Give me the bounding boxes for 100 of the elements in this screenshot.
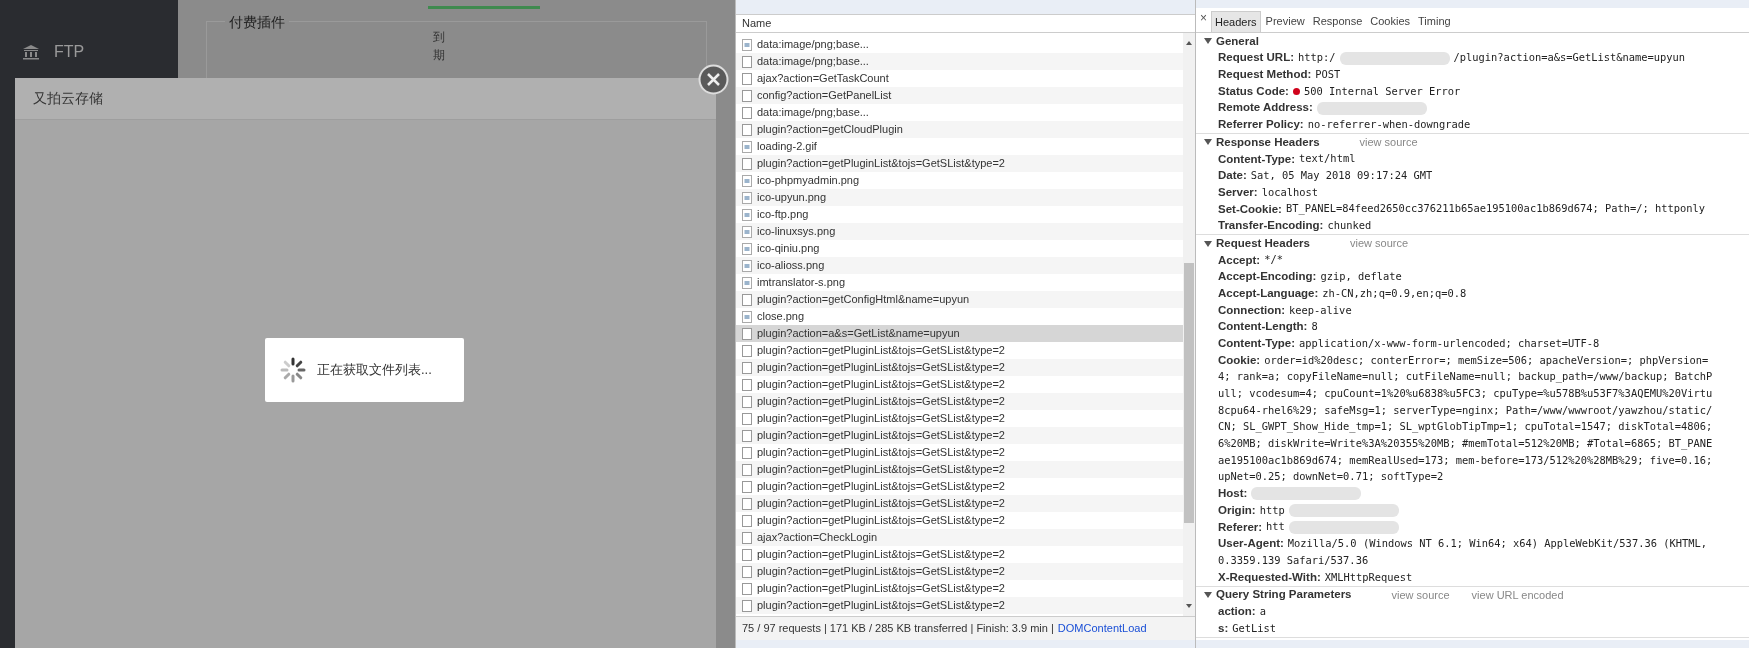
section-title[interactable]: Query String Parameters xyxy=(1216,586,1352,604)
status-link[interactable]: DOMContentLoad xyxy=(1057,620,1147,637)
document-icon xyxy=(742,480,752,493)
header-name: Accept-Encoding: xyxy=(1218,269,1317,285)
request-row[interactable]: plugin?action=getConfigHtml&name=upyun xyxy=(736,291,1183,308)
document-icon xyxy=(742,55,752,68)
modal-title: 又拍云存储 xyxy=(33,89,103,108)
header-name: Origin: xyxy=(1218,502,1256,518)
column-header[interactable]: Name xyxy=(742,15,772,32)
request-row[interactable]: plugin?action=getPluginList&tojs=GetSList&type=2 xyxy=(736,155,1183,172)
header-value: */* xyxy=(1264,252,1283,268)
building-icon xyxy=(22,44,40,60)
request-row[interactable]: plugin?action=getCloudPlugin xyxy=(736,121,1183,138)
header-name: Content-Type: xyxy=(1218,151,1296,167)
details-tab[interactable]: Response xyxy=(1309,11,1366,32)
document-icon xyxy=(742,446,752,459)
header-value: http xyxy=(1259,502,1285,518)
status-summary: 75 / 97 requests | 171 KB / 285 KB transferred | Finish: 3.9 min | xyxy=(742,621,1054,637)
image-file-icon xyxy=(742,208,752,221)
header-value: application/x-www-form-urlencoded; charset=UTF-8 xyxy=(1299,335,1600,351)
view-link[interactable]: view source xyxy=(1349,235,1409,252)
close-icon[interactable] xyxy=(698,64,729,95)
document-icon xyxy=(742,463,752,476)
document-icon xyxy=(742,565,752,578)
view-link[interactable]: view source xyxy=(1359,134,1418,151)
section-title[interactable]: Response Headers xyxy=(1216,133,1320,152)
request-row[interactable]: config?action=GetPanelList xyxy=(736,87,1183,104)
spinner-icon xyxy=(279,356,307,384)
scrollbar[interactable] xyxy=(1183,33,1195,616)
header-name: Status Code: xyxy=(1218,83,1289,99)
view-link[interactable]: view source xyxy=(1391,586,1450,604)
header-name: s: xyxy=(1218,620,1229,636)
request-row[interactable]: ico-alioss.png xyxy=(736,257,1183,274)
document-icon xyxy=(742,157,752,170)
request-row[interactable]: ico-upyun.png xyxy=(736,189,1183,206)
request-row[interactable]: plugin?action=getPluginList&tojs=GetSList&type=2 xyxy=(736,461,1183,478)
request-row[interactable]: plugin?action=getPluginList&tojs=GetSList&type=2 xyxy=(736,563,1183,580)
document-icon xyxy=(742,123,752,136)
header-value: http:/ xyxy=(1298,50,1336,66)
image-file-icon xyxy=(742,276,752,289)
document-icon xyxy=(742,412,752,425)
section-title[interactable]: Request Headers xyxy=(1216,234,1310,253)
header-value: text/html xyxy=(1299,151,1356,167)
document-icon xyxy=(742,582,752,595)
document-icon xyxy=(742,429,752,442)
image-file-icon xyxy=(742,225,752,238)
sidebar-item[interactable]: FTP xyxy=(54,40,85,64)
close-button[interactable]: × xyxy=(1200,9,1209,32)
header-value: no-referrer-when-downgrade xyxy=(1307,116,1471,132)
image-file-icon xyxy=(742,242,752,255)
header-value: GetList xyxy=(1232,620,1277,636)
request-row[interactable]: data:image/png;base... xyxy=(736,53,1183,70)
collapse-triangle-icon[interactable] xyxy=(1204,591,1212,600)
image-file-icon xyxy=(742,174,752,187)
request-row[interactable]: plugin?action=getPluginList&tojs=GetSList&type=2 xyxy=(736,393,1183,410)
request-row[interactable]: ajax?action=CheckLogin xyxy=(736,529,1183,546)
request-row[interactable]: ico-linuxsys.png xyxy=(736,223,1183,240)
collapse-triangle-icon[interactable] xyxy=(1204,138,1212,147)
header-value: 500 Internal Server Error xyxy=(1303,83,1461,99)
header-name: Transfer-Encoding: xyxy=(1218,218,1324,234)
header-name: Remote Address: xyxy=(1218,100,1313,116)
request-row[interactable]: plugin?action=getPluginList&tojs=GetSList&type=2 xyxy=(736,495,1183,512)
header-value: BT_PANEL=84feed2650cc376211b65ae195100ac1b869d674; Path=/; httponly xyxy=(1285,201,1706,217)
header-value: keep-alive xyxy=(1289,302,1352,318)
image-file-icon xyxy=(742,140,752,153)
image-file-icon xyxy=(742,191,752,204)
header-name: Accept: xyxy=(1218,252,1261,268)
request-row[interactable]: plugin?action=a&s=GetList&name=upyun xyxy=(736,325,1183,342)
collapse-triangle-icon[interactable] xyxy=(1204,37,1212,46)
document-icon xyxy=(742,599,752,612)
document-icon xyxy=(742,361,752,374)
section-title[interactable]: General xyxy=(1216,33,1259,50)
view-link[interactable]: view URL encoded xyxy=(1471,586,1564,604)
header-value: htt xyxy=(1266,519,1285,535)
header-name: Accept-Language: xyxy=(1218,286,1319,302)
document-icon xyxy=(742,344,752,357)
header-value: ull; vcodesum=4; cpuCount=1%20%u6838%u5FC3; cpuType=%u578B%u53F7%3AQEMU%20Virtu xyxy=(1218,385,1713,401)
header-name: X-Requested-With: xyxy=(1218,569,1321,585)
request-row[interactable]: plugin?action=getPluginList&tojs=GetSList&type=2 xyxy=(736,427,1183,444)
header-name: Cookie: xyxy=(1218,352,1261,368)
document-icon xyxy=(742,72,752,85)
header-value: ae195100ac1b869d674; memRealUsed=173; mem-before=173/512%20%28MB%29; five=0.16; xyxy=(1218,452,1713,468)
request-row[interactable]: plugin?action=getPluginList&tojs=GetSList&type=2 xyxy=(736,359,1183,376)
header-value: Sat, 05 May 2018 09:17:24 GMT xyxy=(1250,168,1433,184)
header-name: Content-Type: xyxy=(1218,336,1296,352)
header-value: 0.3359.139 Safari/537.36 xyxy=(1218,552,1369,568)
header-name: Request Method: xyxy=(1218,67,1312,83)
request-row[interactable]: plugin?action=getPluginList&tojs=GetSList&type=2 xyxy=(736,597,1183,614)
header-value: /plugin?action=a&s=GetList&name=upyun xyxy=(1453,50,1686,66)
header-name: Request URL: xyxy=(1218,50,1295,66)
header-value: localhost xyxy=(1261,184,1318,200)
details-tab[interactable]: Preview xyxy=(1262,11,1308,32)
column-header: 到期 xyxy=(433,29,445,64)
document-icon xyxy=(742,497,752,510)
details-tab[interactable]: Cookies xyxy=(1367,11,1413,32)
header-name: Referer: xyxy=(1218,519,1263,535)
collapse-triangle-icon[interactable] xyxy=(1204,239,1212,248)
details-tab[interactable]: Headers xyxy=(1211,11,1261,32)
details-tab[interactable]: Timing xyxy=(1415,11,1454,32)
header-value: 4; rank=a; copyFileName=null; cutFileName=null; backup_path=/www/backup; BatchP xyxy=(1218,369,1713,385)
